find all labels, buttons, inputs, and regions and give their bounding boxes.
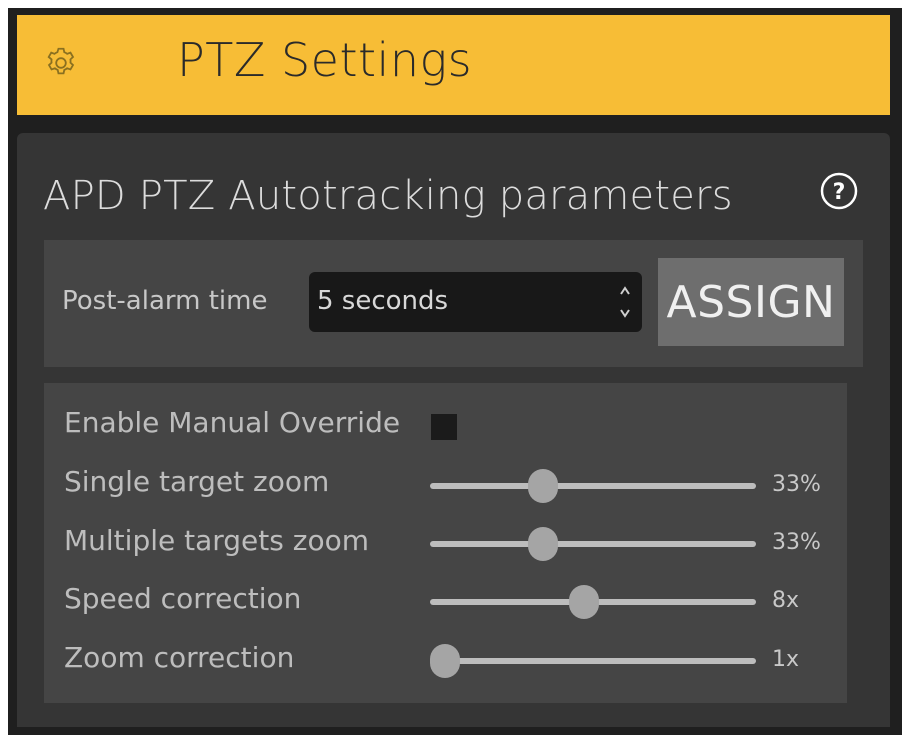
post-alarm-time-value: 5 seconds: [317, 286, 449, 316]
gear-icon[interactable]: [43, 45, 79, 81]
multiple-targets-zoom-slider[interactable]: [430, 527, 756, 561]
slider-thumb[interactable]: [430, 644, 460, 678]
post-alarm-label: Post-alarm time: [62, 286, 268, 316]
slider-thumb[interactable]: [569, 585, 600, 619]
zoom-correction-slider[interactable]: [430, 644, 756, 678]
tracking-options: Enable Manual Override Single target zoo…: [44, 383, 847, 703]
speed-correction-slider[interactable]: [430, 585, 756, 619]
spinner-arrows-icon[interactable]: [618, 280, 632, 324]
zoom-correction-value: 1x: [772, 647, 800, 672]
post-alarm-time-input[interactable]: 5 seconds: [309, 272, 642, 332]
help-icon[interactable]: ?: [819, 171, 859, 211]
slider-thumb[interactable]: [527, 527, 558, 561]
svg-text:?: ?: [833, 180, 846, 205]
manual-override-label: Enable Manual Override: [64, 406, 401, 439]
multiple-targets-zoom-label: Multiple targets zoom: [64, 524, 369, 557]
assign-button[interactable]: ASSIGN: [658, 258, 844, 346]
header-bar: PTZ Settings: [17, 15, 890, 115]
single-target-zoom-value: 33%: [772, 472, 821, 497]
slider-thumb[interactable]: [527, 469, 558, 503]
autotracking-panel: APD PTZ Autotracking parameters ? Post-a…: [17, 133, 890, 727]
single-target-zoom-slider[interactable]: [430, 469, 756, 503]
page-title: PTZ Settings: [177, 33, 473, 87]
speed-correction-label: Speed correction: [64, 582, 302, 615]
panel-title: APD PTZ Autotracking parameters: [43, 173, 733, 219]
zoom-correction-label: Zoom correction: [64, 641, 295, 674]
multiple-targets-zoom-value: 33%: [772, 530, 821, 555]
manual-override-checkbox[interactable]: [431, 414, 457, 440]
speed-correction-value: 8x: [772, 588, 800, 613]
single-target-zoom-label: Single target zoom: [64, 465, 330, 498]
post-alarm-row: Post-alarm time 5 seconds ASSIGN: [44, 240, 863, 367]
